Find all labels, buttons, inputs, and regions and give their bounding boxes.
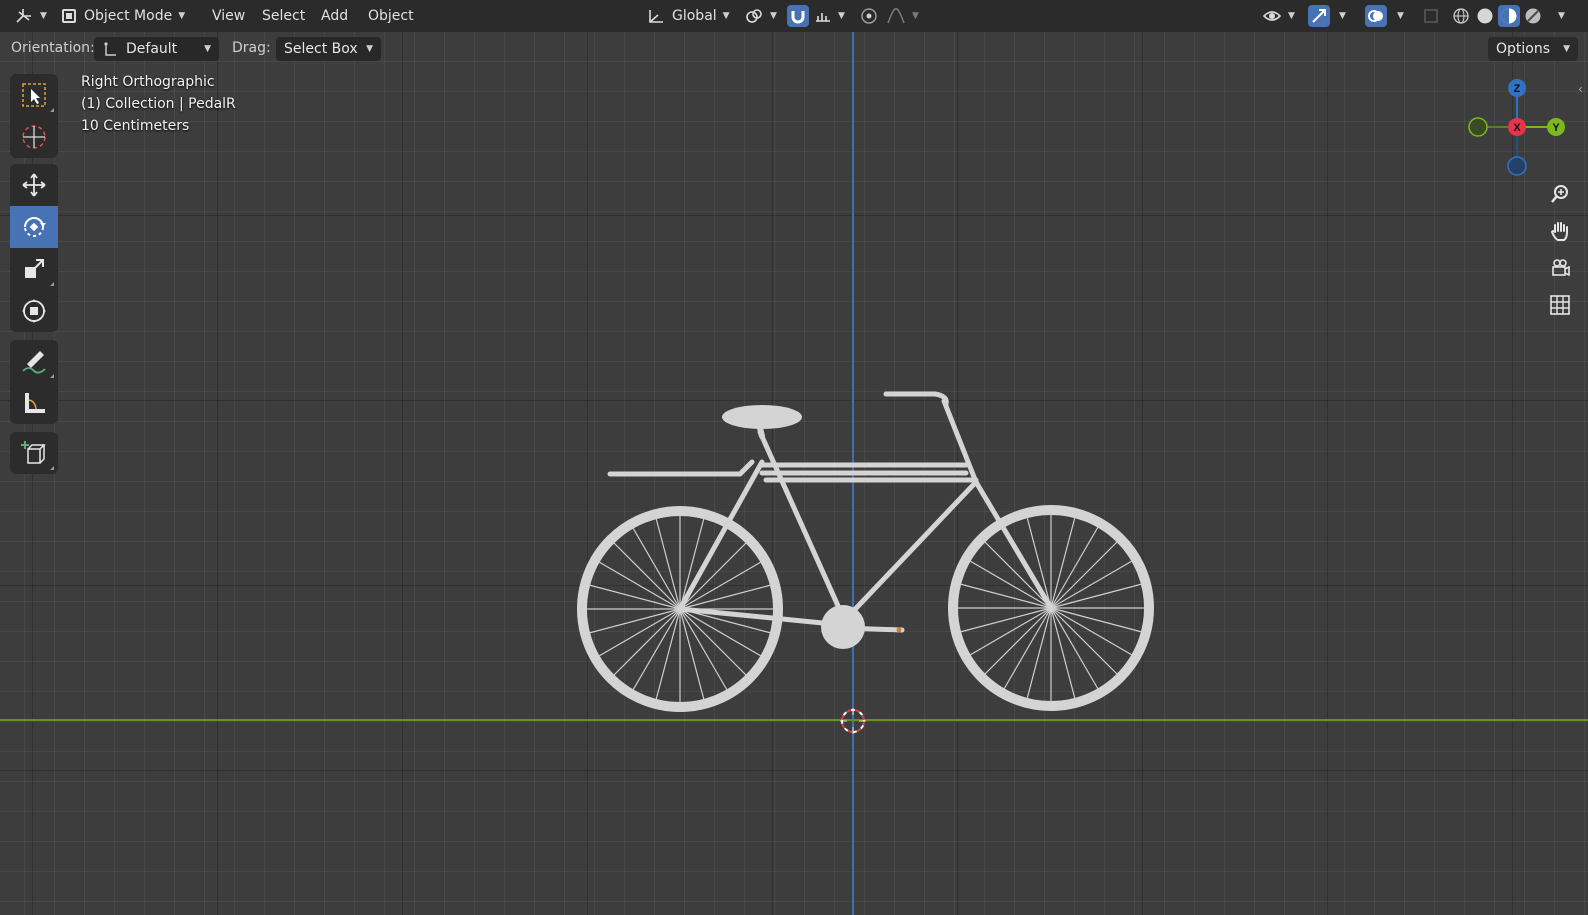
object-mode-icon [62,9,76,23]
pan-button[interactable] [1544,215,1576,247]
bicycle-model[interactable] [0,0,1588,915]
camera-view-button[interactable] [1544,252,1576,284]
gizmo-dropdown-caret[interactable]: ▼ [1339,11,1346,21]
gizmo-toggle[interactable] [1308,5,1330,27]
options-dropdown[interactable]: Options ▼ [1488,37,1578,61]
tool-rotate[interactable] [10,206,58,248]
toolbar-select-group [10,74,58,158]
material-sphere-icon [1501,8,1517,24]
menu-view[interactable]: View [212,5,245,27]
grid-ortho-icon [1550,295,1570,315]
select-box-icon [22,83,46,107]
snap-target-selector[interactable]: ▼ [814,4,845,28]
move-arrows-icon [22,173,46,197]
falloff-curve-icon [887,8,905,24]
zoom-magnifier-icon [1551,185,1568,203]
view-name-text: Right Orthographic [81,74,215,90]
proportional-edit-icon [861,8,877,24]
camera-icon [1552,259,1570,277]
proportional-editing-toggle[interactable] [858,5,880,27]
solid-sphere-icon [1477,8,1493,24]
menu-select[interactable]: Select [262,5,305,27]
shading-rendered[interactable] [1522,5,1544,27]
overlays-dropdown-caret[interactable]: ▼ [1397,11,1404,21]
cursor-tool-icon [22,125,46,149]
visibility-selector[interactable]: ▼ [1262,4,1295,28]
gizmo-z-label: Z [1514,83,1521,95]
sidebar-expand-icon[interactable]: ‹ [1578,82,1583,96]
tool-measure[interactable] [10,382,58,424]
chainring [821,605,865,649]
gizmo-arrow-icon [1312,9,1326,23]
collection-info-text: (1) Collection | PedalR [81,96,236,112]
tool-scale[interactable] [10,248,58,290]
measure-ruler-icon [25,393,45,413]
xray-icon [1424,9,1438,23]
options-label: Options [1496,41,1551,57]
drag-label-text: Drag: [232,40,271,56]
toolbar-transform-group [10,164,58,332]
gizmo-neg-z [1507,156,1527,176]
menu-add[interactable]: Add [321,5,348,27]
tool-settings-bar: Orientation: Default ▼ Drag: Select Box … [0,32,1588,64]
gizmo-y-label: Y [1552,122,1560,134]
xray-toggle[interactable] [1420,5,1442,27]
3d-cursor-icon[interactable] [838,706,868,736]
overlays-toggle[interactable] [1365,5,1387,27]
tool-move[interactable] [10,164,58,206]
saddle [722,405,802,429]
scale-icon [25,259,44,278]
shading-material-preview[interactable] [1498,5,1520,27]
annotate-pencil-icon [22,351,46,374]
orientation-value: Default [126,41,178,57]
orientation-dropdown[interactable]: Default ▼ [94,37,219,61]
toolbar-annotate-group [10,340,58,424]
orientation-label-text: Orientation: [11,40,95,56]
overlays-icon [1368,10,1383,22]
scale-info-text: 10 Centimeters [81,118,190,134]
falloff-selector[interactable]: ▼ [886,4,919,28]
transform-orientation-selector[interactable]: Global ▼ [646,4,730,28]
gizmo-neg-y [1468,117,1488,137]
drag-dropdown[interactable]: Select Box ▼ [276,37,381,61]
toolbar-add-group [10,432,58,474]
wireframe-sphere-icon [1453,8,1469,24]
tool-transform[interactable] [10,290,58,332]
axis-editor-icon [16,9,31,23]
pivot-icon [746,9,762,23]
eye-icon [1262,11,1282,21]
hand-icon [1550,222,1568,241]
viewport-header: ▼ Object Mode ▼ View Select Add Object G… [0,0,1588,32]
navigation-gizmo[interactable]: Z Y X [1462,72,1574,180]
rotate-icon [24,217,46,237]
snap-increment-icon [816,13,830,22]
mode-selector[interactable]: Object Mode ▼ [62,4,185,28]
mode-label: Object Mode [84,8,173,24]
orientation-label: Global [672,8,717,24]
shading-dropdown-caret[interactable]: ▼ [1558,11,1565,21]
editor-type-button[interactable]: ▼ [14,4,47,28]
tool-select-box[interactable] [10,74,58,116]
add-cube-icon [21,441,46,464]
3d-viewport[interactable] [0,0,1588,915]
tool-add-cube[interactable] [10,432,58,474]
magnet-icon [791,11,805,24]
gizmo-x-label: X [1513,122,1521,134]
zoom-button[interactable] [1544,178,1576,210]
pivot-point-selector[interactable]: ▼ [744,4,777,28]
orientation-axes-icon [649,10,663,23]
drag-value: Select Box [284,41,358,57]
orientation-gizmo-icon [104,42,116,56]
menu-object[interactable]: Object [368,5,414,27]
shading-wireframe[interactable] [1450,5,1472,27]
tool-annotate[interactable] [10,340,58,382]
tool-cursor[interactable] [10,116,58,158]
snap-toggle[interactable] [787,5,809,27]
rendered-sphere-icon [1525,8,1541,24]
perspective-toggle-button[interactable] [1544,289,1576,321]
shading-solid[interactable] [1474,5,1496,27]
transform-icon [22,299,46,323]
